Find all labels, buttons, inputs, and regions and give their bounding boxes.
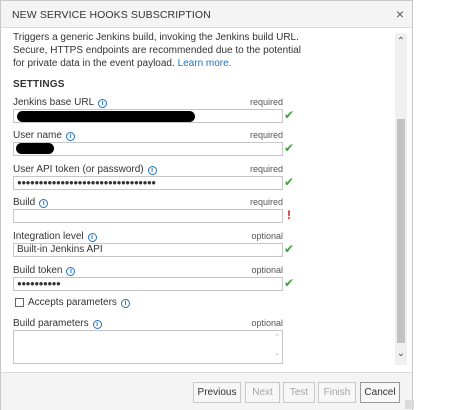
user-name-label: User name i: [13, 130, 75, 141]
info-icon[interactable]: i: [39, 199, 49, 208]
next-button[interactable]: Next: [245, 382, 280, 403]
integration-level-hint: optional: [251, 231, 283, 241]
info-icon[interactable]: i: [120, 299, 130, 308]
window-corner: [405, 400, 414, 409]
dialog-title: NEW SERVICE HOOKS SUBSCRIPTION: [12, 9, 211, 21]
accepts-parameters-checkbox[interactable]: [15, 298, 24, 307]
user-name-input[interactable]: [13, 142, 283, 156]
integration-level-select[interactable]: Built-in Jenkins API: [13, 243, 283, 257]
jenkins-base-url-input[interactable]: [13, 109, 283, 123]
learn-more-link[interactable]: Learn more.: [178, 58, 232, 69]
settings-heading: SETTINGS: [13, 79, 65, 90]
valid-check-icon: ✔: [284, 141, 295, 155]
jenkins-base-url-hint: required: [249, 97, 283, 107]
info-icon[interactable]: i: [65, 132, 75, 141]
integration-level-label: Integration level i: [13, 231, 97, 242]
info-icon[interactable]: i: [147, 166, 157, 175]
scroll-down-icon[interactable]: ⌄: [396, 349, 406, 359]
info-icon[interactable]: i: [87, 233, 97, 242]
dialog-titlebar: NEW SERVICE HOOKS SUBSCRIPTION ×: [1, 1, 412, 28]
vertical-scrollbar[interactable]: ⌃ ⌄: [395, 33, 407, 365]
scroll-thumb[interactable]: [397, 119, 405, 343]
redaction-mark: [16, 143, 54, 154]
user-api-token-hint: required: [249, 164, 283, 174]
textarea-scroll-down-icon[interactable]: ⌄: [274, 349, 280, 357]
valid-check-icon: ✔: [284, 242, 295, 256]
build-hint: required: [249, 197, 283, 207]
build-parameters-label: Build parameters i: [13, 318, 102, 329]
finish-button[interactable]: Finish: [318, 382, 356, 403]
redaction-mark: [17, 111, 195, 122]
scroll-up-icon[interactable]: ⌃: [396, 37, 406, 47]
valid-check-icon: ✔: [284, 108, 295, 122]
dialog-footer: Previous Next Test Finish Cancel: [1, 372, 412, 410]
info-icon[interactable]: i: [92, 320, 102, 329]
user-api-token-label: User API token (or password) i: [13, 164, 157, 175]
info-icon[interactable]: i: [66, 267, 76, 276]
build-parameters-hint: optional: [251, 318, 283, 328]
cancel-button[interactable]: Cancel: [360, 382, 400, 403]
jenkins-base-url-label: Jenkins base URL i: [13, 97, 108, 108]
user-api-token-input[interactable]: ●●●●●●●●●●●●●●●●●●●●●●●●●●●●●●●●: [13, 176, 283, 190]
valid-check-icon: ✔: [284, 276, 295, 290]
build-input[interactable]: [13, 209, 283, 223]
textarea-scroll-up-icon[interactable]: ⌃: [274, 333, 280, 341]
dialog-content: Triggers a generic Jenkins build, invoki…: [1, 29, 394, 367]
build-label: Build i: [13, 197, 49, 208]
description-text: Triggers a generic Jenkins build, invoki…: [13, 32, 301, 69]
build-parameters-textarea[interactable]: ⌃ ⌄: [13, 330, 283, 364]
build-token-input[interactable]: ●●●●●●●●●●: [13, 277, 283, 291]
service-hook-dialog: NEW SERVICE HOOKS SUBSCRIPTION × Trigger…: [0, 0, 413, 410]
build-token-label: Build token i: [13, 265, 76, 276]
user-name-hint: required: [249, 130, 283, 140]
accepts-parameters-label: Accepts parameters i: [28, 297, 130, 308]
info-icon[interactable]: i: [98, 99, 108, 108]
error-icon: !: [287, 208, 291, 222]
test-button[interactable]: Test: [283, 382, 315, 403]
previous-button[interactable]: Previous: [193, 382, 241, 403]
build-token-hint: optional: [251, 265, 283, 275]
close-button[interactable]: ×: [391, 5, 409, 23]
description: Triggers a generic Jenkins build, invoki…: [13, 31, 303, 70]
valid-check-icon: ✔: [284, 175, 295, 189]
